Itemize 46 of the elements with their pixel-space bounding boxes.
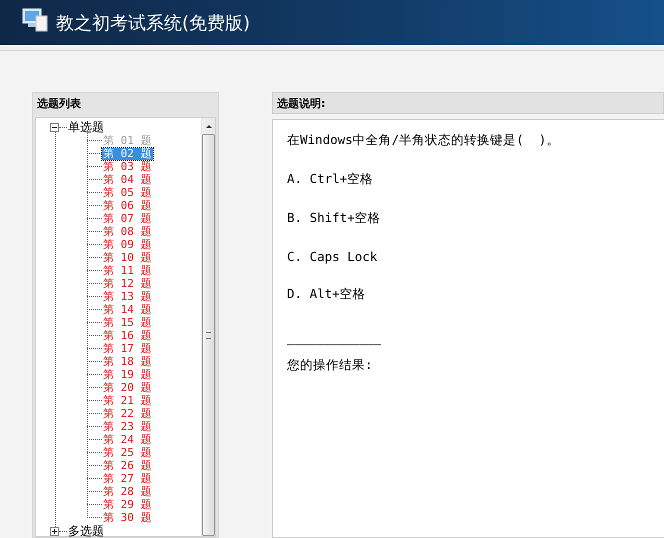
tree-item[interactable]: 第 10 题 xyxy=(102,252,152,264)
tree-group[interactable]: 多选题 xyxy=(67,522,104,538)
tree-item[interactable]: 第 14 题 xyxy=(102,304,152,316)
tree-item[interactable]: 第 09 题 xyxy=(102,238,152,250)
tree-item[interactable]: 第 29 题 xyxy=(102,498,152,510)
tree-item[interactable]: 第 18 题 xyxy=(102,356,152,368)
tree-item[interactable]: 第 25 题 xyxy=(102,446,152,458)
tree-item[interactable]: 第 26 题 xyxy=(102,460,152,472)
separator-text: ————————————— xyxy=(287,337,382,351)
panel-title: 选题列表 xyxy=(37,96,81,110)
answer-option: B. Shift+空格 xyxy=(287,210,650,227)
question-text: 在Windows中全角/半角状态的转换键是( )。 xyxy=(287,132,560,149)
monitor-icon xyxy=(22,8,48,32)
tree-item[interactable]: 第 04 题 xyxy=(102,174,152,186)
tree-item[interactable]: 第 07 题 xyxy=(102,212,152,224)
answer-option: D. Alt+空格 xyxy=(287,286,650,303)
window-title: 教之初考试系统(免费版) xyxy=(56,12,250,34)
tree-group[interactable]: 单选题 xyxy=(67,118,104,136)
tree-item[interactable]: 第 24 题 xyxy=(102,434,152,446)
tree-item[interactable]: 第 01 题 xyxy=(102,134,152,146)
tree-item[interactable]: 第 27 题 xyxy=(102,472,152,484)
tree-item[interactable]: 第 21 题 xyxy=(102,394,152,406)
panel-title: 选题说明: xyxy=(277,96,326,110)
tree-item[interactable]: 第 23 题 xyxy=(102,420,152,432)
tree-item[interactable]: 第 12 题 xyxy=(102,278,152,290)
answer-option: C. Caps Lock xyxy=(287,249,650,264)
scroll-up-icon[interactable] xyxy=(206,125,212,128)
tree-item[interactable]: 第 13 题 xyxy=(102,290,152,302)
expand-icon[interactable] xyxy=(50,526,59,536)
tree-item[interactable]: 第 19 题 xyxy=(102,368,152,380)
answer-option: A. Ctrl+空格 xyxy=(287,171,650,188)
tree-item[interactable]: 第 28 题 xyxy=(102,486,152,498)
result-label: 您的操作结果: xyxy=(287,357,374,374)
tree-item[interactable]: 第 22 题 xyxy=(102,408,152,420)
tree-item[interactable]: 第 06 题 xyxy=(102,200,152,212)
tree-item[interactable]: 第 30 题 xyxy=(102,512,152,524)
tree-item[interactable]: 第 05 题 xyxy=(102,186,152,198)
tree-item[interactable]: 第 17 题 xyxy=(102,342,152,354)
tree-item[interactable]: 第 03 题 xyxy=(102,160,152,172)
tree-item[interactable]: 第 11 题 xyxy=(102,264,152,276)
tree-item[interactable]: 第 20 题 xyxy=(102,382,152,394)
tree-item[interactable]: 第 08 题 xyxy=(102,226,152,238)
tree-item[interactable]: 第 15 题 xyxy=(102,316,152,328)
tree-item[interactable]: 第 16 题 xyxy=(102,330,152,342)
collapse-icon[interactable] xyxy=(50,122,59,132)
tree-item[interactable]: 第 02 题 xyxy=(102,148,152,160)
